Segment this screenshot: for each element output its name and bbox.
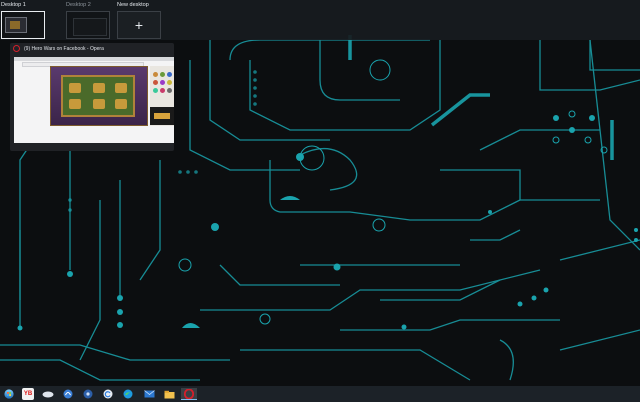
sidebar-icon bbox=[153, 72, 158, 77]
sidebar-icon bbox=[167, 80, 172, 85]
opera-taskbar-icon bbox=[184, 388, 194, 399]
desktop-2-label: Desktop 2 bbox=[66, 2, 91, 8]
desktop-1-label: Desktop 1 bbox=[1, 2, 26, 8]
sidebar-icon bbox=[160, 80, 165, 85]
start-icon bbox=[4, 389, 14, 399]
edge-button[interactable] bbox=[122, 388, 134, 400]
mini-window-thumbnail bbox=[5, 17, 27, 33]
opera-window-preview[interactable]: (9) Hero Wars on Facebook - Opera bbox=[10, 43, 174, 151]
sidebar-icon bbox=[167, 88, 172, 93]
game-board bbox=[61, 75, 135, 117]
opera-taskbar-button[interactable] bbox=[181, 388, 197, 400]
plus-icon: + bbox=[134, 17, 144, 33]
desktop-2-switcher[interactable]: Desktop 2 bbox=[66, 2, 110, 39]
sidebar-icon bbox=[153, 80, 158, 85]
file-explorer-button[interactable] bbox=[163, 388, 175, 400]
start-button[interactable] bbox=[3, 388, 15, 400]
game-tile bbox=[93, 83, 105, 93]
cloud-app-button[interactable] bbox=[42, 388, 54, 400]
game-screenshot bbox=[50, 66, 148, 126]
opera-icon bbox=[13, 45, 20, 52]
new-desktop-switcher[interactable]: New desktop + bbox=[117, 2, 161, 39]
sidebar-ad bbox=[150, 107, 174, 125]
window-preview-header: (9) Hero Wars on Facebook - Opera bbox=[10, 43, 174, 56]
refresh-app-icon bbox=[103, 389, 113, 399]
new-desktop-label: New desktop bbox=[117, 2, 149, 8]
game-tile bbox=[93, 99, 105, 109]
taskbar: YB bbox=[0, 386, 640, 402]
desktop-1-switcher[interactable]: Desktop 1 bbox=[1, 2, 45, 39]
virtual-desktops-bar: Desktop 1 Desktop 2 New desktop + bbox=[0, 0, 640, 40]
desktop-2-thumbnail[interactable] bbox=[66, 11, 110, 39]
sidebar-icon bbox=[153, 88, 158, 93]
game-tile bbox=[115, 99, 127, 109]
file-explorer-icon bbox=[164, 390, 174, 398]
window-preview-title: (9) Hero Wars on Facebook - Opera bbox=[24, 46, 104, 52]
yandex-browser-icon: YB bbox=[23, 391, 33, 397]
browser-thumbnail bbox=[14, 57, 174, 143]
disk-tool-icon bbox=[83, 389, 93, 399]
edge-icon bbox=[123, 389, 133, 399]
sidebar-icon bbox=[160, 72, 165, 77]
new-desktop-button[interactable]: + bbox=[117, 11, 161, 39]
desktop-1-thumbnail[interactable] bbox=[1, 11, 45, 39]
mail-button[interactable] bbox=[143, 388, 155, 400]
game-tile bbox=[69, 99, 81, 109]
disk-tool-button[interactable] bbox=[82, 388, 94, 400]
headset-app-button[interactable] bbox=[62, 388, 74, 400]
mini-window-thumbnail bbox=[73, 18, 107, 36]
refresh-app-button[interactable] bbox=[102, 388, 114, 400]
cloud-app-icon bbox=[42, 391, 54, 398]
browser-tabbar bbox=[14, 57, 174, 61]
sidebar-icon bbox=[167, 72, 172, 77]
sidebar-icon bbox=[160, 88, 165, 93]
mail-icon bbox=[143, 390, 155, 398]
headset-app-icon bbox=[63, 389, 73, 399]
yandex-browser-button[interactable]: YB bbox=[22, 388, 34, 400]
game-tile bbox=[115, 83, 127, 93]
game-tile bbox=[69, 83, 81, 93]
